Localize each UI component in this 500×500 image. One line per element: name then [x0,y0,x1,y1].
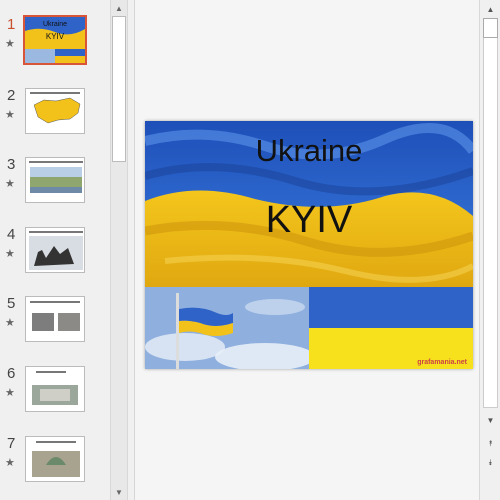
slide-thumbnail-1[interactable]: 1 ★ Ukraine KYIV [0,15,110,79]
thumbnail-scrollbar[interactable]: ▲ ▼ [110,0,128,500]
slide-number: 4 [7,226,16,243]
flagpole-photo [145,287,309,369]
animation-star-icon: ★ [5,457,15,469]
animation-star-icon: ★ [5,109,15,121]
scroll-up-icon[interactable]: ▲ [483,2,498,17]
slide-number: 1 [7,16,16,33]
previous-slide-icon[interactable]: ⯭ [483,436,498,451]
slide-preview [25,157,85,203]
scrollbar-thumb[interactable] [483,18,498,38]
thumb-subtitle: KYIV [45,32,65,41]
slide-thumbnail-panel: 1 ★ Ukraine KYIV 2 ★ 3 ★ 4 ★ 5 ★ 6 ★ 7 ★ [0,0,110,500]
flag-photo [309,287,473,369]
thumb-title: Ukraine [42,21,68,28]
current-slide[interactable]: Ukraine KYIV grafamania.net [145,121,473,369]
next-slide-icon[interactable]: ⯯ [483,455,498,470]
slide-preview [25,88,85,134]
slide-thumbnail-3[interactable]: 3 ★ [0,157,110,219]
slide-preview [25,227,85,273]
slide-title[interactable]: Ukraine [145,133,473,169]
slide-number: 3 [7,156,16,173]
slide-editing-canvas: Ukraine KYIV grafamania.net [134,0,479,500]
scroll-down-icon[interactable]: ▼ [111,484,127,500]
scroll-up-icon[interactable]: ▲ [111,0,127,16]
slide-preview [25,366,85,412]
slide-number: 5 [7,295,16,312]
slide-thumbnail-7[interactable]: 7 ★ [0,436,110,498]
slide-number: 2 [7,87,16,104]
slide-thumbnail-5[interactable]: 5 ★ [0,296,110,358]
watermark-text: grafamania.net [417,359,467,366]
canvas-scrollbar[interactable]: ▲ ▼ ⯭ ⯯ [479,0,500,500]
animation-star-icon: ★ [5,248,15,260]
scroll-down-icon[interactable]: ▼ [483,413,498,428]
slide-number: 7 [7,435,16,452]
slide-preview [25,436,85,482]
slide-subtitle[interactable]: KYIV [145,199,473,242]
slide-preview: Ukraine KYIV [23,15,87,65]
animation-star-icon: ★ [5,38,15,50]
animation-star-icon: ★ [5,387,15,399]
animation-star-icon: ★ [5,178,15,190]
slide-thumbnail-4[interactable]: 4 ★ [0,227,110,289]
slide-thumbnail-6[interactable]: 6 ★ [0,366,110,428]
slide-thumbnail-2[interactable]: 2 ★ [0,88,110,150]
slide-preview [25,296,85,342]
slide-number: 6 [7,365,16,382]
animation-star-icon: ★ [5,317,15,329]
scrollbar-track[interactable] [483,18,498,408]
scrollbar-thumb[interactable] [112,16,126,162]
